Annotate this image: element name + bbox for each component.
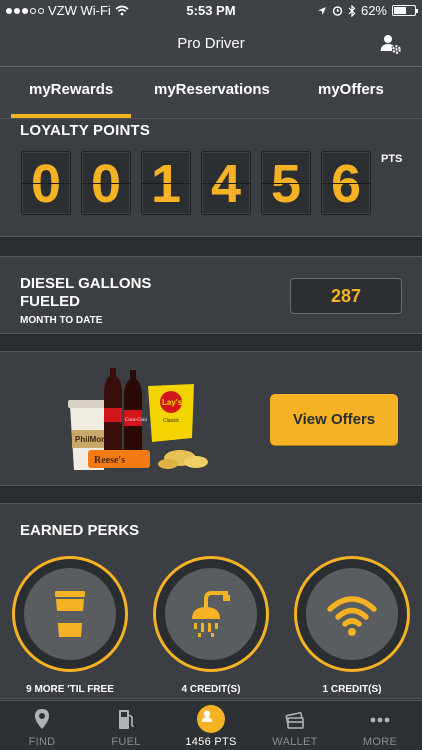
earned-perks-label: EARNED PERKS — [20, 522, 140, 539]
tabbar-fuel-label: FUEL — [111, 736, 141, 748]
tab-myreservations[interactable]: myReservations — [154, 81, 270, 98]
snack-products-image[interactable]: PhilMor Coca-Cola Lay's Classic Reese's — [68, 366, 218, 474]
coffee-cup-icon — [55, 591, 85, 637]
diesel-gallons-panel: DIESEL GALLONS FUELED MONTH TO DATE 287 — [0, 256, 422, 334]
alarm-icon — [332, 6, 343, 16]
location-pin-icon — [35, 709, 49, 729]
battery-percent: 62% — [360, 3, 387, 18]
tab-myoffers[interactable]: myOffers — [318, 81, 384, 98]
perk-coffee-caption: 9 MORE 'TIL FREE — [26, 684, 114, 695]
reeses-logo-text: Reese's — [94, 455, 125, 466]
battery-icon — [392, 5, 418, 16]
perk-wifi-badge — [306, 568, 398, 660]
fuel-pump-icon — [119, 710, 134, 729]
wifi-icon — [327, 596, 377, 636]
bottom-tab-bar: FIND FUEL 1456 PTS WALLET MORE — [0, 700, 422, 750]
profile-avatar-icon — [197, 705, 225, 733]
user-settings-icon[interactable] — [380, 33, 402, 55]
view-offers-button[interactable]: View Offers — [270, 394, 398, 445]
loyalty-points-label: LOYALTY POINTS — [20, 122, 151, 139]
tabbar-more-label: MORE — [362, 736, 398, 748]
tabbar-find[interactable]: FIND — [0, 701, 84, 750]
wallet-cards-icon — [285, 712, 304, 729]
earned-perks-panel: EARNED PERKS 9 MORE 'TIL FREE 4 CREDIT(S… — [0, 503, 422, 699]
perk-wifi-caption: 1 CREDIT(S) — [322, 684, 382, 695]
shower-icon — [192, 591, 230, 637]
offers-panel: PhilMor Coca-Cola Lay's Classic Reese's … — [0, 351, 422, 486]
tabbar-points-label: 1456 PTS — [185, 736, 237, 748]
more-dots-icon — [370, 717, 390, 723]
perk-coffee[interactable] — [12, 556, 128, 672]
page-title: Pro Driver — [177, 35, 245, 52]
tabbar-wallet[interactable]: WALLET — [253, 701, 337, 750]
points-digit: 0 — [81, 151, 131, 215]
lays-classic-text: Classic — [163, 418, 180, 424]
tabbar-find-label: FIND — [28, 736, 56, 748]
perk-shower-caption: 4 CREDIT(S) — [181, 684, 241, 695]
location-arrow-icon — [317, 6, 326, 15]
points-digit: 6 — [321, 151, 371, 215]
perk-wifi[interactable] — [294, 556, 410, 672]
lays-logo-text: Lay's — [162, 398, 183, 407]
perk-coffee-badge — [24, 568, 116, 660]
diesel-gallons-value: 287 — [290, 278, 402, 314]
navigation-bar: Pro Driver — [0, 22, 422, 66]
tab-myrewards[interactable]: myRewards — [29, 81, 113, 98]
coca-cola-logo-text: Coca-Cola — [125, 418, 147, 423]
points-unit-label: PTS — [381, 153, 403, 165]
diesel-gallons-sublabel: MONTH TO DATE — [20, 315, 103, 326]
tabbar-more[interactable]: MORE — [338, 701, 422, 750]
bluetooth-icon — [348, 4, 356, 17]
status-right: 62% — [317, 3, 418, 18]
tabbar-points[interactable]: 1456 PTS — [169, 701, 253, 750]
tabbar-fuel[interactable]: FUEL — [84, 701, 168, 750]
points-digit: 5 — [261, 151, 311, 215]
perk-shower[interactable] — [153, 556, 269, 672]
status-bar: VZW Wi-Fi 5:53 PM 62% — [0, 0, 422, 22]
philmor-logo-text: PhilMor — [75, 435, 104, 444]
perk-shower-badge — [165, 568, 257, 660]
points-digit: 0 — [21, 151, 71, 215]
points-digit: 4 — [201, 151, 251, 215]
loyalty-points-panel: LOYALTY POINTS 0 0 1 4 5 6 PTS — [0, 118, 422, 237]
tabbar-wallet-label: WALLET — [272, 736, 318, 748]
segment-tabs: myRewards myReservations myOffers — [0, 66, 422, 118]
points-digit: 1 — [141, 151, 191, 215]
diesel-gallons-label: DIESEL GALLONS FUELED — [20, 275, 152, 310]
